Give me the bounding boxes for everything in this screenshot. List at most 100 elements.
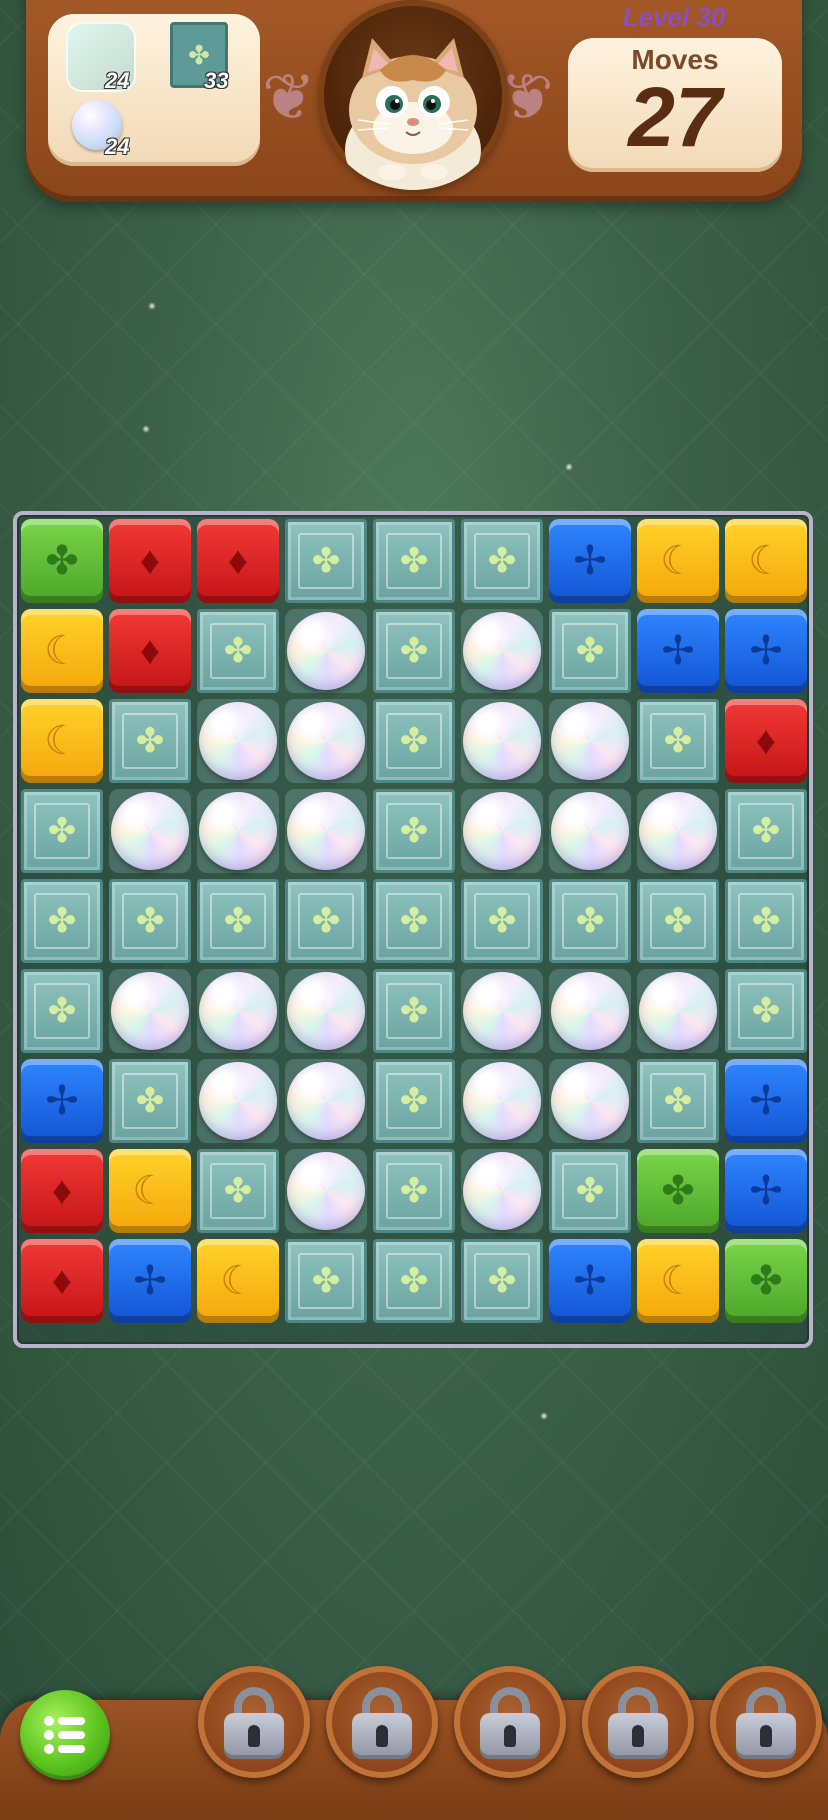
ornament-tile[interactable]: ✤ [461,879,543,963]
pearl-bubble[interactable] [285,609,367,693]
red-cube[interactable]: ♦ [21,1149,103,1233]
ornament-tile[interactable]: ✤ [637,879,719,963]
ornament-tile[interactable]: ✤ [725,879,807,963]
game-board[interactable]: ✤ ♦ ♦ ✤ ✤ ✤ ✢ ☾ ☾ ☾ ♦ ✤ ✤ ✤ ✢ ✢ ☾ ✤ ✤ ✤ ♦ ✤ ✤ ✤ ✤ ✤ ✤ ✤ ✤ ✤ ✤ ✤ ✤ ✤ ✤ ✤ ✢ ✤ ✤ ✤… [13,511,813,1348]
yellow-cube[interactable]: ☾ [21,609,103,693]
pearl-bubble[interactable] [285,1059,367,1143]
ornament-tile[interactable]: ✤ [373,519,455,603]
blue-cube[interactable]: ✢ [549,1239,631,1323]
ornament-tile[interactable]: ✤ [109,699,191,783]
booster-slot-4[interactable] [582,1666,694,1778]
blue-cube[interactable]: ✢ [725,609,807,693]
goal-tile-count: 33 [204,68,229,93]
blue-cube[interactable]: ✢ [549,519,631,603]
pearl-bubble[interactable] [285,699,367,783]
booster-slot-5[interactable] [710,1666,822,1778]
ornament-icon: ✤ [122,713,178,769]
ornament-tile[interactable]: ✤ [637,1059,719,1143]
blue-cube[interactable]: ✢ [21,1059,103,1143]
blue-cube[interactable]: ✢ [637,609,719,693]
ornament-tile[interactable]: ✤ [373,699,455,783]
blue-cube[interactable]: ✢ [109,1239,191,1323]
blue-cube[interactable]: ✢ [725,1149,807,1233]
ornament-tile[interactable]: ✤ [461,519,543,603]
yellow-cube[interactable]: ☾ [637,1239,719,1323]
ornament-tile[interactable]: ✤ [725,789,807,873]
yellow-cube[interactable]: ☾ [637,519,719,603]
green-cube[interactable]: ✤ [637,1149,719,1233]
red-cube[interactable]: ♦ [109,519,191,603]
ornament-tile[interactable]: ✤ [373,969,455,1053]
pearl-bubble[interactable] [461,969,543,1053]
pearl-bubble[interactable] [461,609,543,693]
ornament-tile[interactable]: ✤ [109,879,191,963]
laurel-right-icon: ❦ [500,61,554,133]
blue-symbol-icon: ✢ [749,1079,783,1123]
booster-slot-2[interactable] [326,1666,438,1778]
red-cube[interactable]: ♦ [197,519,279,603]
pearl-bubble[interactable] [549,789,631,873]
ornament-tile[interactable]: ✤ [285,1239,367,1323]
pearl-bubble[interactable] [461,1059,543,1143]
yellow-cube[interactable]: ☾ [109,1149,191,1233]
ornament-tile[interactable]: ✤ [197,879,279,963]
pearl-bubble[interactable] [637,969,719,1053]
ornament-tile[interactable]: ✤ [21,879,103,963]
pearl-bubble[interactable] [549,699,631,783]
pearl-icon [287,702,365,780]
pearl-bubble[interactable] [461,1149,543,1233]
ornament-tile[interactable]: ✤ [549,1149,631,1233]
pearl-bubble[interactable] [637,789,719,873]
ornament-tile[interactable]: ✤ [549,609,631,693]
ornament-tile[interactable]: ✤ [461,1239,543,1323]
ornament-icon: ✤ [298,1253,354,1309]
blue-symbol-icon: ✢ [749,1169,783,1213]
ornament-tile[interactable]: ✤ [549,879,631,963]
green-cube[interactable]: ✤ [725,1239,807,1323]
pearl-bubble[interactable] [285,969,367,1053]
ornament-tile[interactable]: ✤ [109,1059,191,1143]
ornament-tile[interactable]: ✤ [373,1239,455,1323]
menu-button[interactable] [20,1690,110,1780]
ornament-tile[interactable]: ✤ [373,1059,455,1143]
ornament-tile[interactable]: ✤ [285,879,367,963]
ornament-tile[interactable]: ✤ [285,519,367,603]
ornament-tile[interactable]: ✤ [725,969,807,1053]
ornament-tile[interactable]: ✤ [21,969,103,1053]
ornament-icon: ✤ [298,533,354,589]
booster-slot-3[interactable] [454,1666,566,1778]
ornament-tile[interactable]: ✤ [373,609,455,693]
yellow-cube[interactable]: ☾ [21,699,103,783]
ornament-tile[interactable]: ✤ [637,699,719,783]
pearl-bubble[interactable] [549,1059,631,1143]
yellow-cube[interactable]: ☾ [725,519,807,603]
ornament-icon: ✤ [562,623,618,679]
ornament-tile[interactable]: ✤ [197,1149,279,1233]
lock-icon [606,1685,670,1759]
pearl-bubble[interactable] [461,699,543,783]
pearl-bubble[interactable] [197,789,279,873]
pearl-bubble[interactable] [197,699,279,783]
pearl-icon [639,792,717,870]
ornament-tile[interactable]: ✤ [373,879,455,963]
blue-cube[interactable]: ✢ [725,1059,807,1143]
red-cube[interactable]: ♦ [109,609,191,693]
red-cube[interactable]: ♦ [21,1239,103,1323]
red-symbol-icon: ♦ [51,1259,73,1303]
ornament-tile[interactable]: ✤ [373,1149,455,1233]
pearl-bubble[interactable] [109,969,191,1053]
pearl-bubble[interactable] [285,789,367,873]
pearl-bubble[interactable] [461,789,543,873]
yellow-cube[interactable]: ☾ [197,1239,279,1323]
green-cube[interactable]: ✤ [21,519,103,603]
ornament-tile[interactable]: ✤ [21,789,103,873]
booster-slot-1[interactable] [198,1666,310,1778]
pearl-bubble[interactable] [197,969,279,1053]
red-cube[interactable]: ♦ [725,699,807,783]
pearl-bubble[interactable] [109,789,191,873]
pearl-bubble[interactable] [197,1059,279,1143]
pearl-bubble[interactable] [549,969,631,1053]
ornament-tile[interactable]: ✤ [373,789,455,873]
pearl-bubble[interactable] [285,1149,367,1233]
ornament-tile[interactable]: ✤ [197,609,279,693]
